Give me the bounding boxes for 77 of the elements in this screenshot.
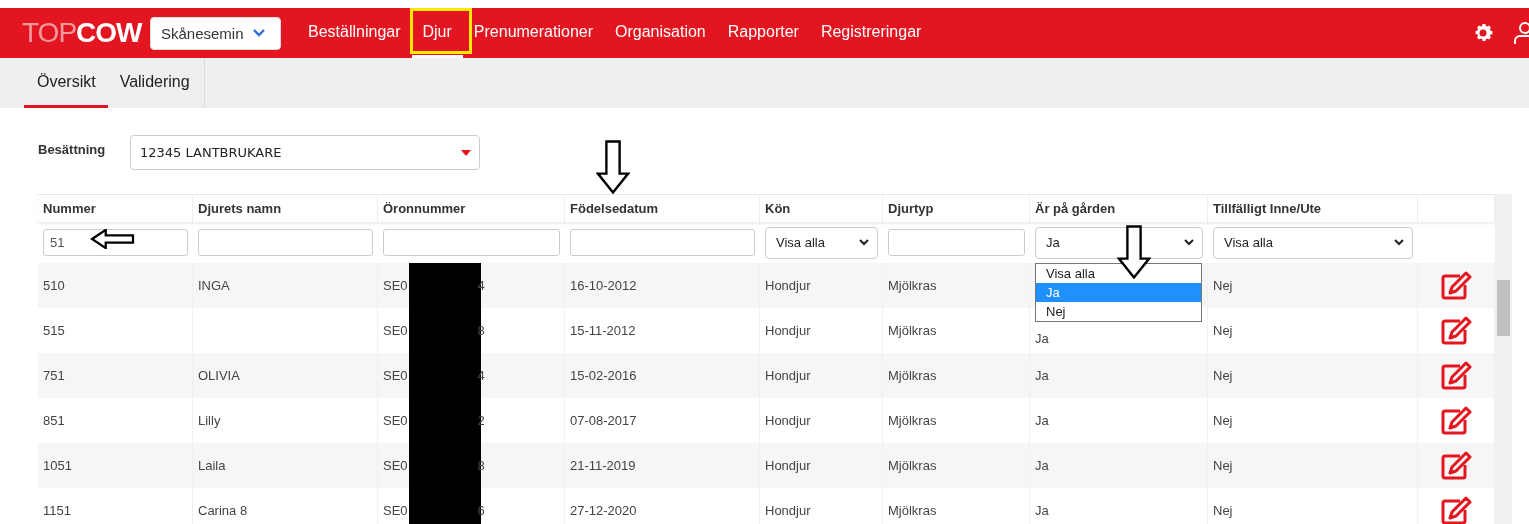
table-cell: Mjölkras	[888, 278, 937, 293]
table-cell: 510	[43, 278, 65, 293]
table-cell: Mjölkras	[888, 458, 937, 473]
table-cell: 15-11-2012	[570, 323, 636, 338]
table-cell: Nej	[1213, 413, 1233, 428]
table-cell: 2	[477, 413, 485, 428]
table-cell: Laila	[198, 458, 226, 473]
table-cell: 6	[477, 503, 485, 518]
company-select[interactable]: Skånesemin	[150, 16, 281, 50]
table-cell: Mjölkras	[888, 503, 937, 518]
table-cell: 16-10-2012	[570, 278, 637, 293]
table-cell: Lilly	[198, 413, 221, 428]
herd-select[interactable]: 12345 LANTBRUKARE	[130, 135, 480, 170]
table-cell: Hondjur	[765, 368, 811, 383]
logo-text: COW	[76, 17, 142, 48]
table-cell: Nej	[1213, 278, 1233, 293]
table-cell: SE0	[383, 413, 408, 428]
table-cell: Ja	[1035, 458, 1049, 473]
table-cell: Hondjur	[765, 323, 811, 338]
table-cell: 751	[43, 368, 65, 383]
table-cell: INGA	[198, 278, 230, 293]
filter-select[interactable]: Visa alla	[765, 226, 878, 259]
nav-link[interactable]: Registreringar	[809, 8, 933, 58]
table-cell: Hondjur	[765, 503, 811, 518]
table-cell: 1051	[43, 458, 72, 473]
nav-link[interactable]: Prenumerationer	[462, 8, 604, 58]
table-cell: Nej	[1213, 458, 1233, 473]
filter-select[interactable]: Visa alla	[1213, 226, 1413, 259]
table-cell: Mjölkras	[888, 413, 937, 428]
filter-select[interactable]: Ja	[1035, 226, 1203, 259]
table-cell: 15-02-2016	[570, 368, 637, 383]
table-cell: 515	[43, 323, 65, 338]
nav-link[interactable]: Organisation	[604, 8, 717, 58]
table-cell: Ja	[1035, 503, 1049, 518]
sub-tab[interactable]: Validering	[107, 58, 202, 108]
table-cell: Ja	[1035, 368, 1049, 383]
table-cell: Hondjur	[765, 278, 811, 293]
column-header: Tillfälligt Inne/Ute	[1208, 195, 1418, 222]
column-header: Djurtyp	[883, 195, 1030, 222]
table-cell: OLIVIA	[198, 368, 240, 383]
table-cell: 07-08-2017	[570, 413, 637, 428]
column-header: Nummer	[38, 195, 193, 222]
table-cell: 8	[477, 458, 485, 473]
table-cell: SE0	[383, 458, 408, 473]
table-cell: Nej	[1213, 503, 1233, 518]
table-cell: Mjölkras	[888, 323, 937, 338]
table-cell: 851	[43, 413, 65, 428]
logo-text: TOP	[22, 17, 77, 48]
table-cell: Mjölkras	[888, 368, 937, 383]
herd-label: Besättning	[38, 141, 107, 157]
column-header: Djurets namn	[193, 195, 378, 222]
table-cell: SE0	[383, 323, 408, 338]
table-cell: 27-12-2020	[570, 503, 637, 518]
table-cell: Carina 8	[198, 503, 248, 518]
table-cell: Hondjur	[765, 413, 811, 428]
column-header: Kön	[760, 195, 883, 222]
table-cell: SE0	[383, 503, 408, 518]
column-header: Födelsedatum	[565, 195, 760, 222]
table-cell: 8	[477, 323, 485, 338]
table-cell: Nej	[1213, 323, 1233, 338]
table-cell: SE0	[383, 368, 408, 383]
nav-link[interactable]: Beställningar	[297, 8, 412, 58]
table-cell: Ja	[1035, 331, 1049, 346]
column-header: Är på gården	[1030, 195, 1208, 222]
dropdown-option[interactable]: Visa alla	[1036, 263, 1201, 283]
table-cell: 4	[477, 278, 485, 293]
table-cell: 1151	[43, 503, 71, 518]
table-cell: Nej	[1213, 368, 1233, 383]
column-header: Öronnummer	[378, 195, 565, 222]
nav-link[interactable]: Rapporter	[716, 8, 810, 58]
table-cell: Ja	[1035, 413, 1049, 428]
table-cell: Hondjur	[765, 458, 811, 473]
dropdown-option[interactable]: Nej	[1036, 301, 1201, 321]
table-cell: SE0	[383, 278, 408, 293]
table-cell: 21-11-2019	[570, 458, 636, 473]
table-cell: 4	[477, 368, 485, 383]
sub-tab[interactable]: Översikt	[24, 58, 108, 108]
